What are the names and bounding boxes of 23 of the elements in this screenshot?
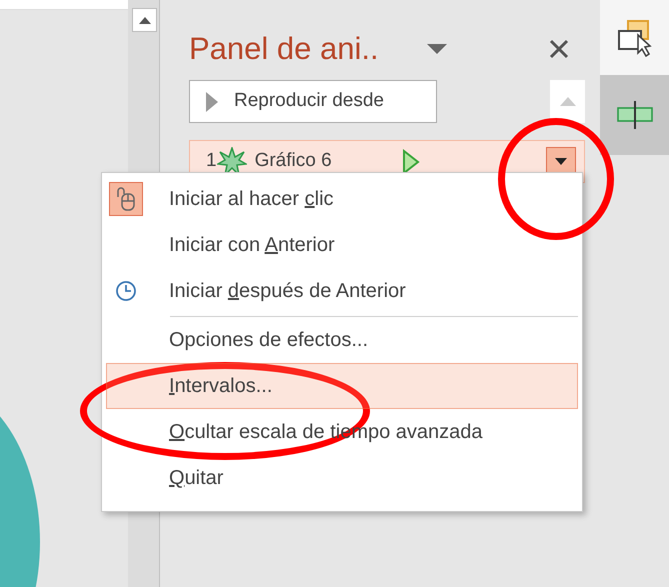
close-icon[interactable] — [549, 38, 569, 59]
align-center-icon — [614, 100, 654, 130]
menu-item[interactable]: Quitar — [106, 455, 578, 501]
mouse-icon — [115, 187, 137, 211]
up-arrow-icon — [138, 16, 150, 24]
clock-icon — [115, 280, 137, 302]
play-from-button[interactable]: Reproducir desde — [189, 80, 437, 124]
item-name: Gráfico 6 — [254, 149, 332, 174]
menu-item[interactable]: Intervalos... — [106, 363, 578, 409]
toolbar-button[interactable] — [600, 0, 669, 75]
scroll-up-button[interactable] — [132, 8, 157, 32]
menu-item[interactable]: Iniciar con Anterior — [106, 222, 578, 268]
list-scroll-up-button[interactable] — [550, 80, 585, 124]
item-number: 1 — [206, 149, 217, 174]
panel-title: Panel de ani.. — [189, 30, 379, 68]
up-arrow-icon — [560, 97, 576, 106]
caret-icon — [555, 158, 567, 166]
play-icon — [206, 92, 218, 112]
menu-item[interactable]: Iniciar después de Anterior — [106, 268, 578, 314]
select-shape-icon — [616, 18, 654, 56]
play-triangle-icon — [402, 148, 420, 175]
menu-item[interactable]: Opciones de efectos... — [106, 317, 578, 363]
caret-icon[interactable] — [426, 44, 447, 54]
